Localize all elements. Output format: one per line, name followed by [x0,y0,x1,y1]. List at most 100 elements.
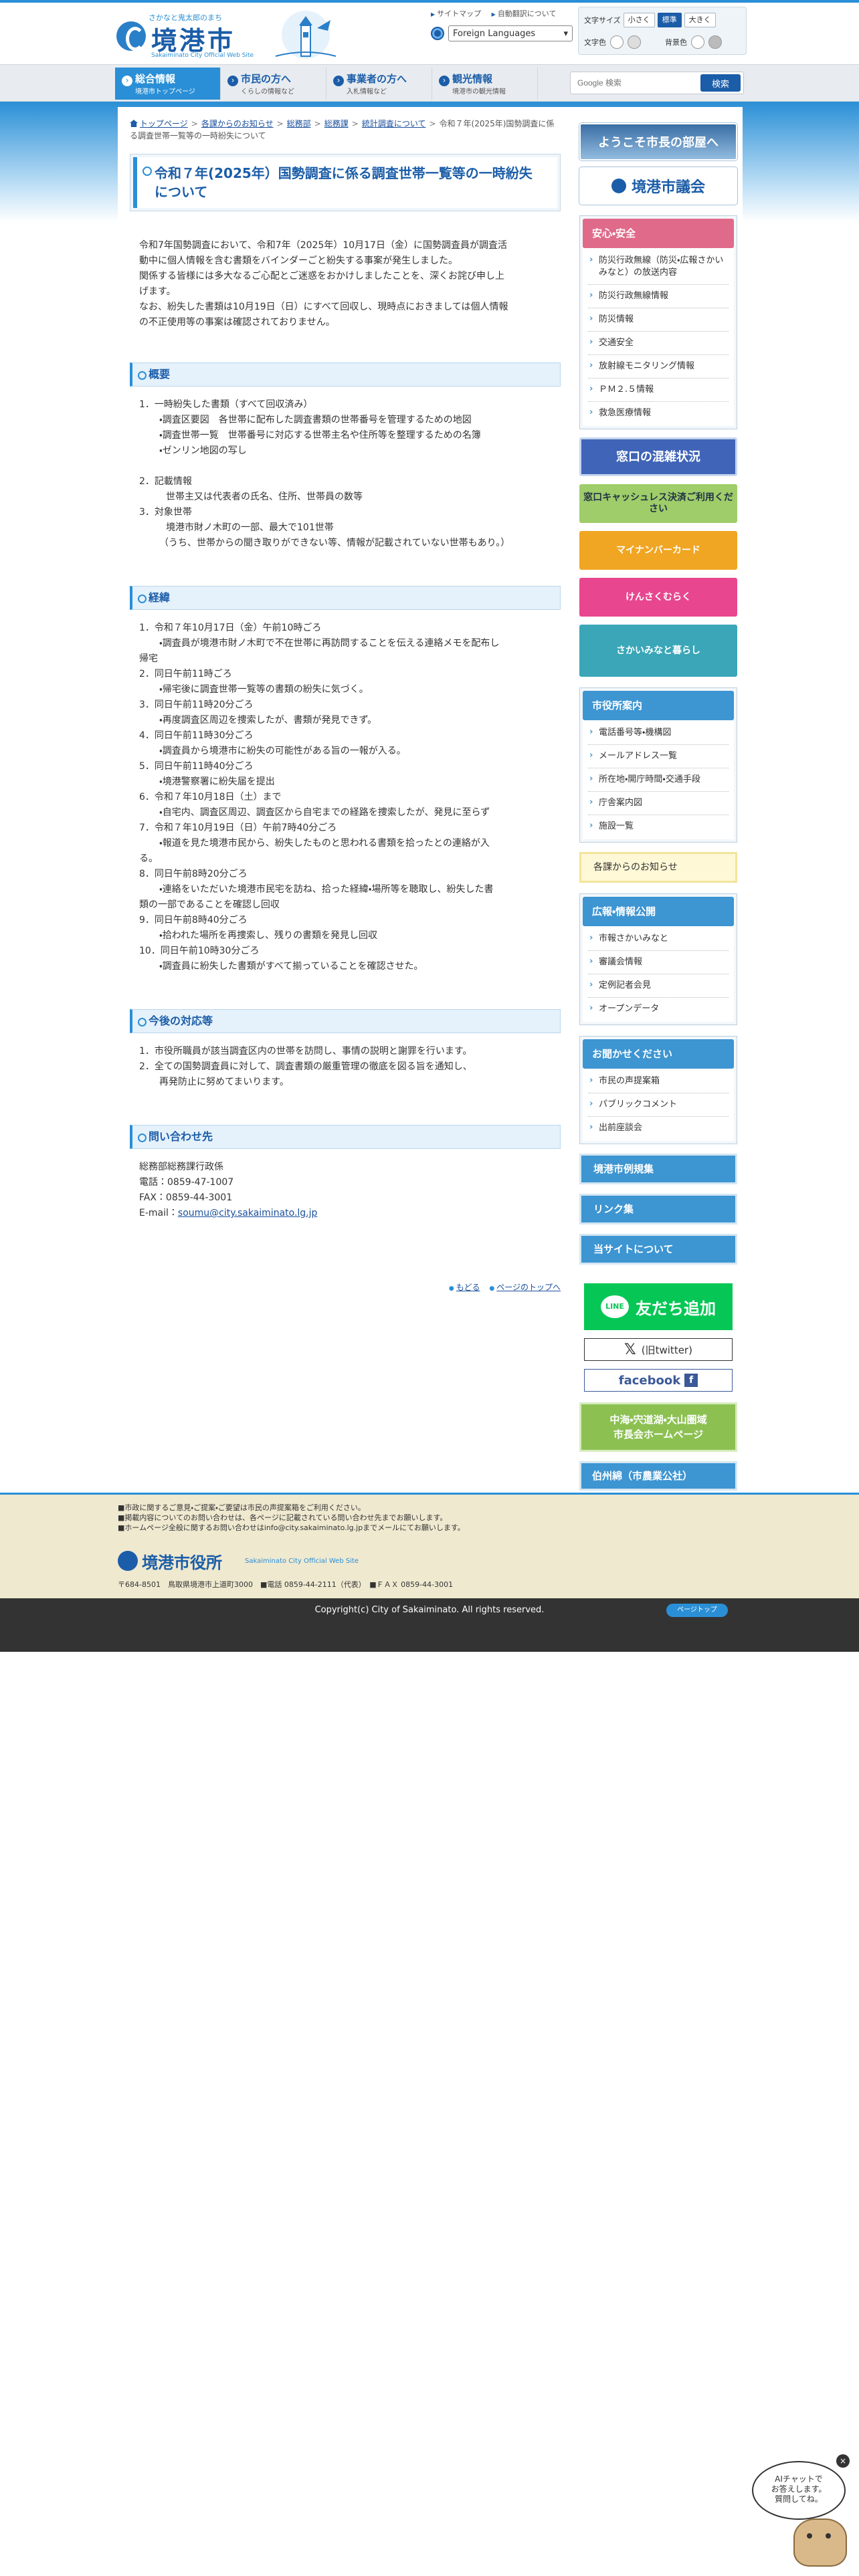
breadcrumb-link-general-affairs[interactable]: 総務部 [287,119,311,128]
contact-email-link[interactable]: soumu@city.sakaiminato.lg.jp [178,1208,318,1218]
ai-chat-line: 質問してね。 [775,2494,823,2504]
nav-tourism[interactable]: 観光情報 境港市の観光情報 [432,68,538,100]
sidebar-item-emergency[interactable]: 救急医療情報 [588,402,729,425]
sidebar-item-floor-map[interactable]: 庁舎案内図 [588,792,729,815]
page-title-box: 令和７年(2025年）国勢調査に係る調査世帯一覧等の一時紛失について [130,154,561,211]
facebook-button[interactable]: facebook f [584,1369,733,1392]
sidebar-item-suggestion-box[interactable]: 市民の声提案箱 [588,1070,729,1093]
site-header: さかなと鬼太郎のまち 境港市 Sakaiminato City Official… [0,0,859,64]
ai-chat-widget[interactable]: AIチャットで お答えします。 質問してね。 × [752,2454,852,2569]
nav-general-info[interactable]: 総合情報 境港市トップページ [115,68,221,100]
sidebar-item-bousai-radio-content[interactable]: 防災行政無線（防災・広報さかいみなと）の放送内容 [588,249,729,285]
sidebar-item-email-list[interactable]: メールアドレス一覧 [588,745,729,768]
timeline-line: る。 [139,853,158,864]
response-line: 1．市役所職員が該当調査区内の世帯を訪問し、事情の説明と謝罪を行います。 [139,1046,472,1057]
voice-heading: お聞かせください [583,1039,734,1069]
site-footer: ■市政に関するご意見・ご提案・ご要望は市民の声提案箱をご利用ください。 ■掲載内… [0,1493,859,1598]
sidebar-item-town-meeting[interactable]: 出前座談会 [588,1117,729,1140]
city-hall-heading: 市役所案内 [583,691,734,720]
close-icon[interactable]: × [836,2454,850,2468]
timeline-line: ・再度調査区周辺を捜索したが、書類が発見できず。 [159,715,377,726]
breadcrumb-link-general-section[interactable]: 総務課 [324,119,349,128]
text-size-small-button[interactable]: 小さく [623,13,655,27]
search-input[interactable] [571,73,700,93]
bg-color-gray-swatch[interactable] [708,35,722,49]
color-row: 文字色 背景色 [584,35,722,49]
sidebar-item-open-data[interactable]: オープンデータ [588,998,729,1021]
timeline-line: 4．同日午前11時30分ごろ [139,730,254,741]
breadcrumb-separator: > [314,119,321,128]
footer-logo-title: 境港市役所 [142,1553,222,1572]
section-heading-overview: 概要 [130,362,561,387]
bg-color-white-swatch[interactable] [691,35,704,49]
x-twitter-button[interactable]: 𝕏 (旧twitter) [584,1338,733,1361]
nav-item-label: 総合情報 [135,73,176,85]
ai-chat-bubble[interactable]: AIチャットで お答えします。 質問してね。 [752,2461,846,2520]
window-congestion-banner[interactable]: 窓口の混雑状況 [579,437,737,476]
timeline-line: 類の一部であることを確認し回収 [139,899,280,910]
mynumber-card-banner[interactable]: マイナンバーカード [579,531,737,570]
global-nav: 総合情報 境港市トップページ 市民の方へ くらしの情報など 事業者の方へ 入札情… [0,64,859,102]
sidebar-item-press-conference[interactable]: 定例記者会見 [588,974,729,998]
line-friend-button[interactable]: LINE 友だち追加 [584,1283,733,1330]
regional-mayors-line: 中海・宍道湖・大山圏域 [609,1414,707,1426]
sidebar-item-bousai-info[interactable]: 防災情報 [588,308,729,332]
section-heading-timeline: 経緯 [130,586,561,610]
x-logo-icon: 𝕏 [624,1341,636,1358]
text-size-large-button[interactable]: 大きく [684,13,716,27]
reiki-link[interactable]: 境港市例規集 [579,1154,737,1184]
sidebar-item-pm25[interactable]: ＰＭ２.５情報 [588,379,729,402]
breadcrumb-link-notices[interactable]: 各課からのお知らせ [201,119,274,128]
sakaiminato-living-banner[interactable]: さかいみなと暮らし [579,625,737,677]
sidebar-item-phone-directory[interactable]: 電話番号等・機構図 [588,722,729,745]
about-site-link[interactable]: 当サイトについて [579,1234,737,1265]
sidebar-item-public-comment[interactable]: パブリックコメント [588,1093,729,1117]
timeline-line: ・調査員が境港市財ノ木町で不在世帯に再訪問することを伝える連絡メモを配布し [159,638,500,649]
language-select[interactable]: Foreign Languages ▾ [448,25,573,41]
overview-line [139,459,551,474]
back-link[interactable]: もどる [449,1281,480,1293]
city-emblem-icon [118,1551,138,1571]
page-top-button[interactable]: ページトップ [666,1604,728,1617]
nav-citizens[interactable]: 市民の方へ くらしの情報など [221,68,326,100]
safety-box: 安心・安全 防災行政無線（防災・広報さかいみなと）の放送内容 防災行政無線情報 … [579,215,737,429]
regional-mayors-banner[interactable]: 中海・宍道湖・大山圏域 市長会ホームページ [579,1402,737,1452]
sidebar-item-access[interactable]: 所在地・開庁時間・交通手段 [588,768,729,792]
ai-chat-line: お答えします。 [771,2484,827,2494]
overview-line: 境港市財ノ木町の一部、最大で101世帯 [166,522,334,533]
sidebar-item-city-newsletter[interactable]: 市報さかいみなと [588,928,729,951]
department-notices-link[interactable]: 各課からのお知らせ [579,852,737,883]
sidebar-item-traffic-safety[interactable]: 交通安全 [588,332,729,355]
links-link[interactable]: リンク集 [579,1194,737,1224]
city-assembly-banner[interactable]: 境港市議会 [579,167,737,205]
sidebar-item-radiation[interactable]: 放射線モニタリング情報 [588,355,729,379]
page-title: 令和７年(2025年）国勢調査に係る調査世帯一覧等の一時紛失について [155,165,533,200]
hakushu-cotton-link[interactable]: 伯州綿（市農業公社） [579,1461,737,1491]
city-hall-list: 電話番号等・機構図 メールアドレス一覧 所在地・開庁時間・交通手段 庁舎案内図 … [583,720,734,839]
sidebar-item-bousai-radio-info[interactable]: 防災行政無線情報 [588,285,729,308]
kensaku-banner[interactable]: けんさくむらく [579,578,737,617]
overview-line: ・調査区要図 各世帯に配布した調査書類の世帯番号を管理するための地図 [159,415,472,425]
page-body: トップページ > 各課からのお知らせ > 総務部 > 総務課 > 統計調査について > 令和７年(2… [118,107,743,1491]
contact-email-label: E-mail： [139,1208,178,1218]
chevron-down-icon: ▾ [563,28,568,39]
site-logo[interactable]: さかなと鬼太郎のまち 境港市 Sakaiminato City Official… [114,8,337,62]
overview-line: 1．一時紛失した書類（すべて回収済み） [139,399,313,410]
text-color-gray-swatch[interactable] [628,35,641,49]
breadcrumb-link-statistics[interactable]: 統計調査について [362,119,426,128]
sidebar-item-council-info[interactable]: 審議会情報 [588,951,729,974]
page-top-link[interactable]: ページのトップへ [489,1281,561,1293]
breadcrumb-separator: > [191,119,198,128]
translation-info-link[interactable]: 自動翻訳について [492,9,557,18]
text-color-white-swatch[interactable] [610,35,624,49]
text-size-row: 文字サイズ 小さく 標準 大きく [584,13,716,27]
cashless-banner[interactable]: 窓口キャッシュレス決済ご利用ください [579,484,737,523]
sitemap-link[interactable]: サイトマップ [431,9,481,18]
text-size-normal-button[interactable]: 標準 [657,13,682,27]
nav-business[interactable]: 事業者の方へ 入札情報など [326,68,432,100]
sidebar-item-facilities[interactable]: 施設一覧 [588,815,729,838]
overview-line: ・調査世帯一覧 世帯番号に対応する世帯主名や住所等を整理するための名簿 [159,430,481,441]
search-button[interactable]: 検索 [700,74,741,92]
mayor-room-banner[interactable]: ようこそ市長の部屋へ [579,123,737,160]
breadcrumb-link-top[interactable]: トップページ [140,119,188,128]
